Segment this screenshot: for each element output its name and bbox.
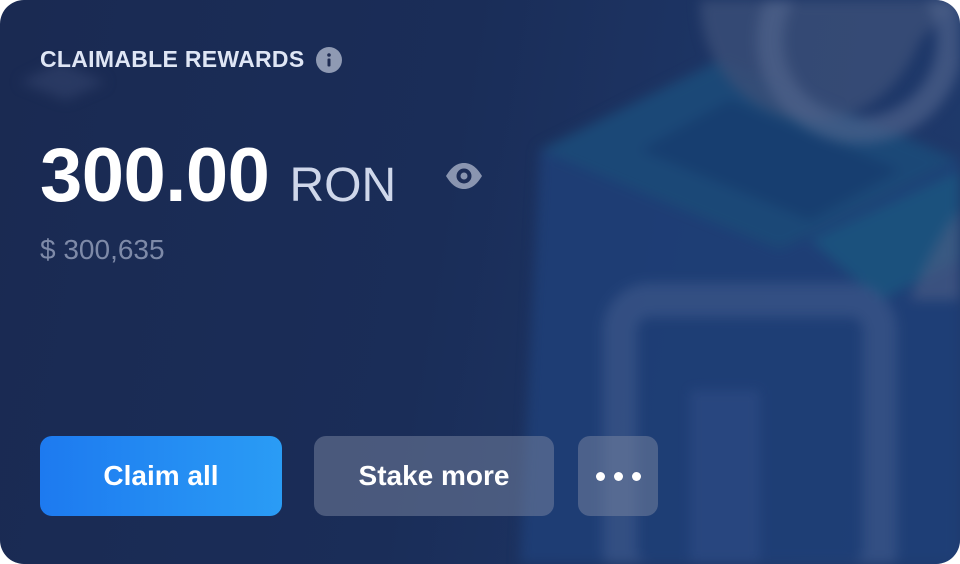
more-options-button[interactable] [578,436,658,516]
reward-unit: RON [289,159,397,212]
reward-amount: 300.00 [40,133,270,218]
claim-all-button[interactable]: Claim all [40,436,282,516]
usd-value: $ 300,635 [40,234,165,265]
stake-more-label: Stake more [358,460,510,491]
more-horizontal-icon [595,471,641,481]
eye-icon[interactable] [444,160,484,192]
rewards-header: CLAIMABLE REWARDS [40,46,343,73]
info-icon[interactable] [316,46,343,73]
rewards-title: CLAIMABLE REWARDS [40,46,305,72]
reward-amount-row: 300.00 RON [40,132,396,219]
rewards-card: CLAIMABLE REWARDS 300.00 RON $ 300,635 C… [0,0,960,564]
claim-all-label: Claim all [103,460,219,491]
stake-more-button[interactable]: Stake more [314,436,554,516]
